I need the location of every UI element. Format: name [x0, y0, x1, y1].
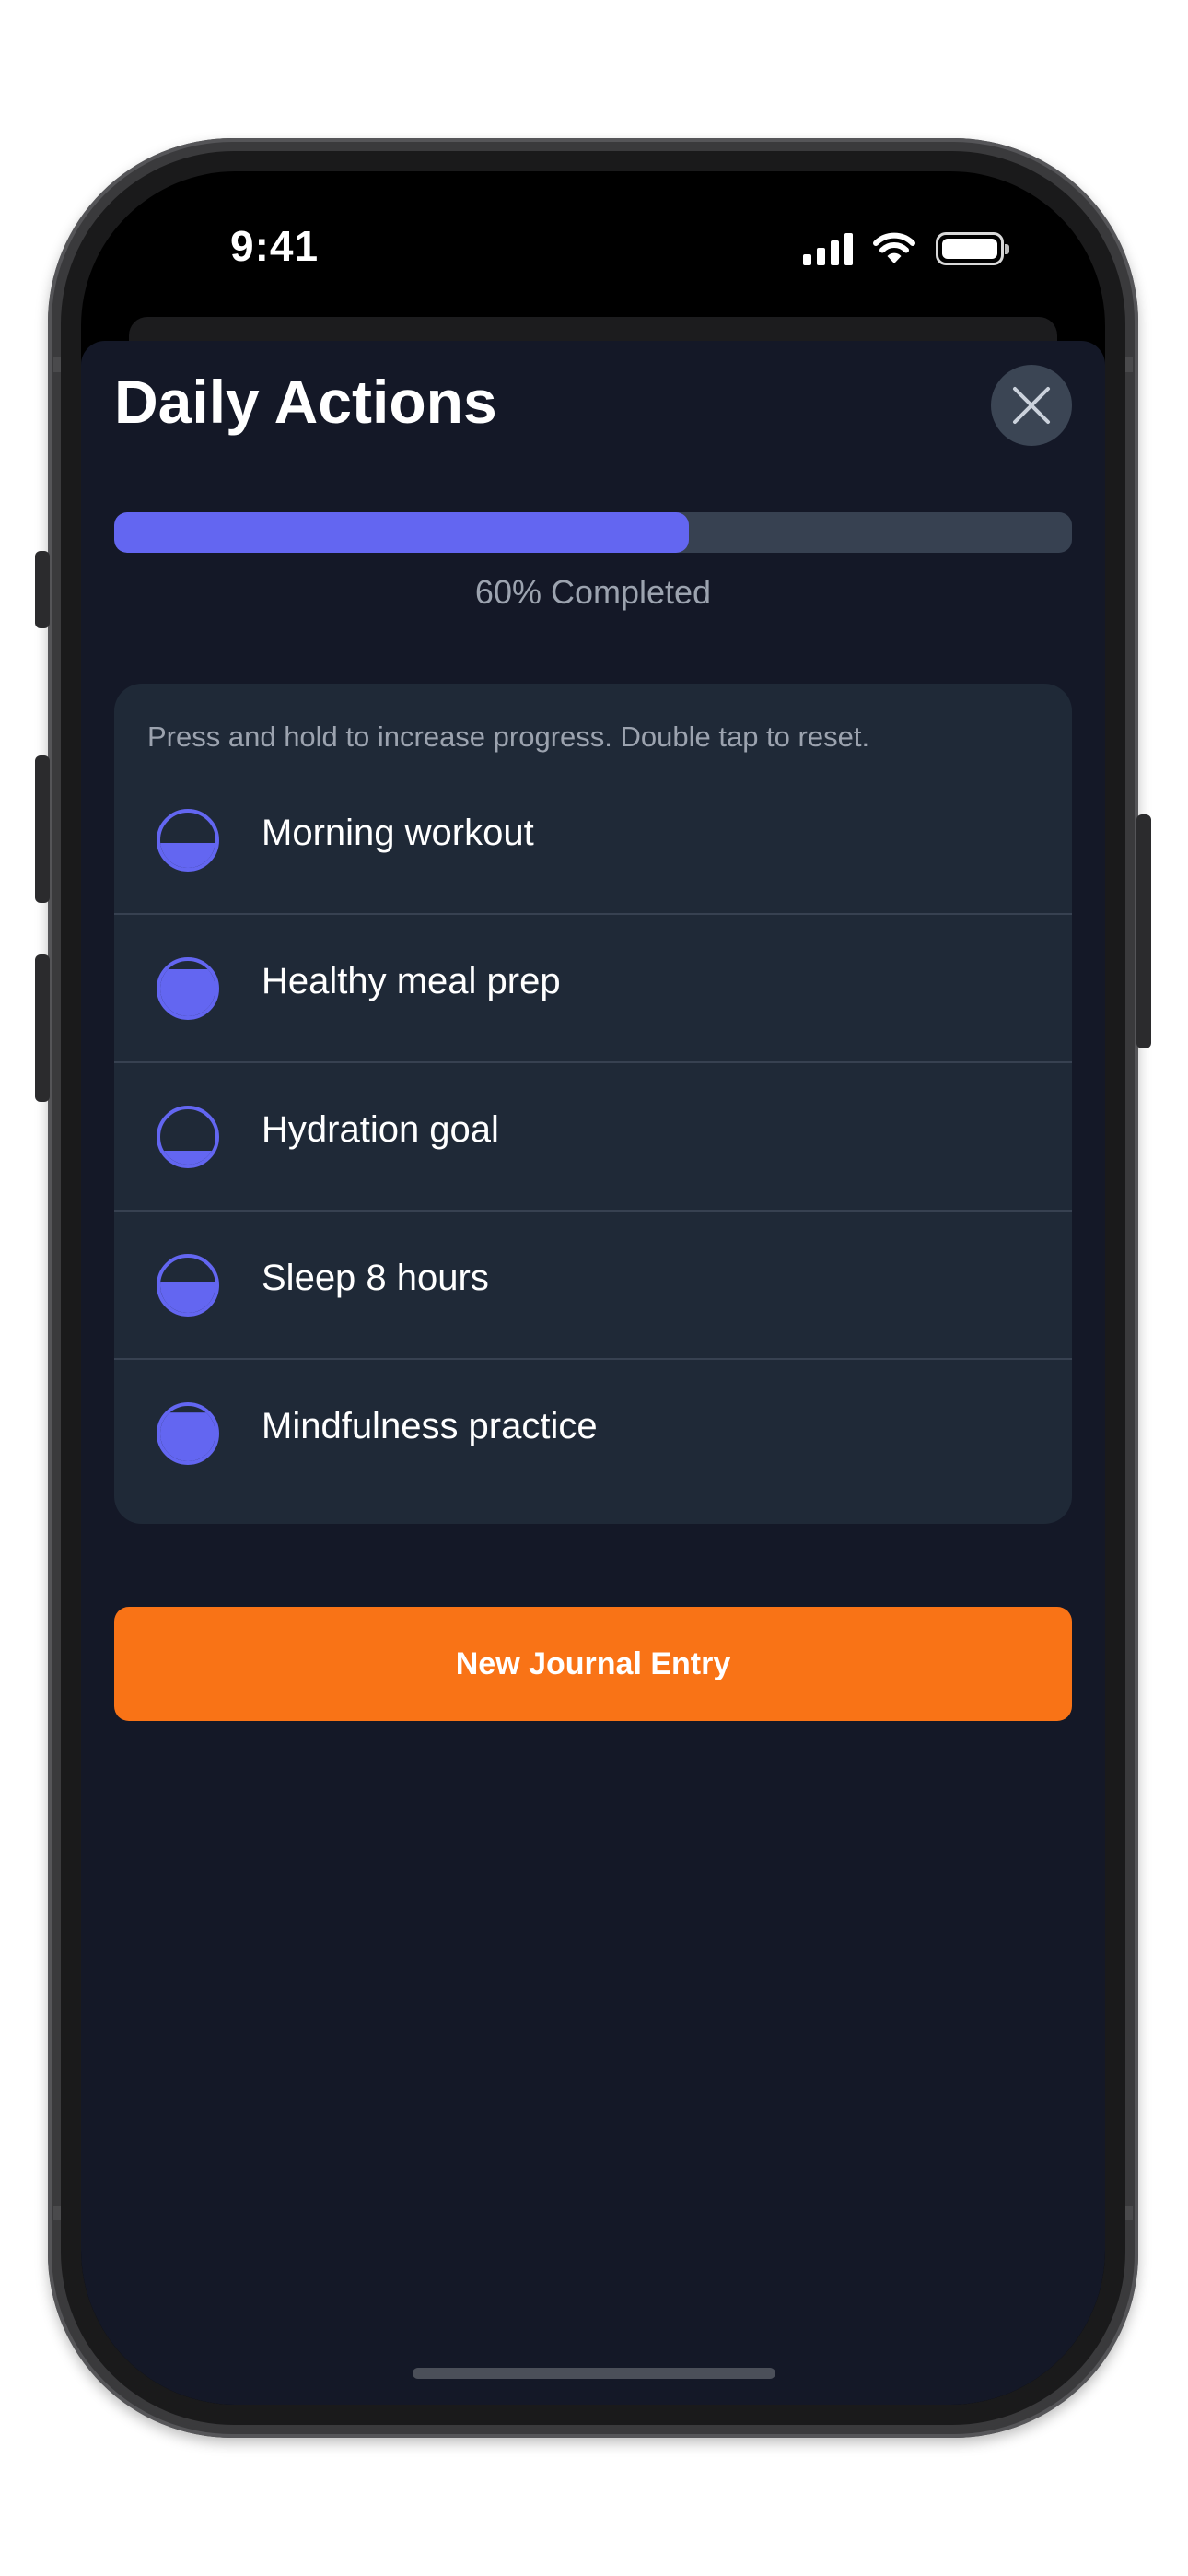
progress-ring-icon[interactable] — [155, 1104, 221, 1170]
close-button[interactable] — [991, 365, 1072, 446]
progress-ring-icon[interactable] — [155, 955, 221, 1022]
action-item-label: Sleep 8 hours — [262, 1258, 489, 1298]
action-item-morning-workout[interactable]: Morning workout — [114, 767, 1072, 915]
action-item-label: Mindfulness practice — [262, 1406, 598, 1446]
page-title: Daily Actions — [114, 368, 497, 436]
battery-icon — [936, 232, 1009, 265]
status-icons — [803, 227, 1009, 271]
frame-antenna-line — [53, 2206, 61, 2220]
home-indicator[interactable] — [413, 2368, 775, 2379]
progress-ring-icon[interactable] — [155, 1400, 221, 1467]
actions-card: Press and hold to increase progress. Dou… — [114, 684, 1072, 1524]
overall-progress-fill — [114, 512, 689, 553]
overall-progress-bar — [114, 512, 1072, 553]
volume-down-button — [35, 954, 50, 1102]
frame-antenna-line — [53, 357, 61, 372]
power-button — [1136, 814, 1151, 1048]
progress-label: 60% Completed — [474, 573, 712, 611]
frame-antenna-line — [1125, 357, 1133, 372]
progress-ring-icon[interactable] — [155, 1252, 221, 1318]
progress-ring-icon[interactable] — [155, 807, 221, 873]
wifi-icon — [873, 232, 915, 263]
action-button — [35, 551, 50, 628]
action-item-healthy-meal-prep[interactable]: Healthy meal prep — [114, 915, 1072, 1063]
progress-ring-fill — [160, 1282, 215, 1313]
actions-hint: Press and hold to increase progress. Dou… — [147, 720, 870, 753]
cellular-signal-icon — [803, 232, 853, 265]
action-item-hydration-goal[interactable]: Hydration goal — [114, 1063, 1072, 1212]
action-item-label: Morning workout — [262, 813, 534, 853]
action-item-sleep-8-hours[interactable]: Sleep 8 hours — [114, 1212, 1072, 1360]
close-icon — [1013, 387, 1050, 424]
action-item-label: Healthy meal prep — [262, 961, 561, 1001]
frame-antenna-line — [1125, 2206, 1133, 2220]
new-journal-entry-button[interactable]: New Journal Entry — [114, 1607, 1072, 1721]
action-item-label: Hydration goal — [262, 1109, 499, 1150]
status-time: 9:41 — [230, 222, 320, 270]
action-item-mindfulness-practice[interactable]: Mindfulness practice — [114, 1360, 1072, 1508]
volume-up-button — [35, 755, 50, 903]
